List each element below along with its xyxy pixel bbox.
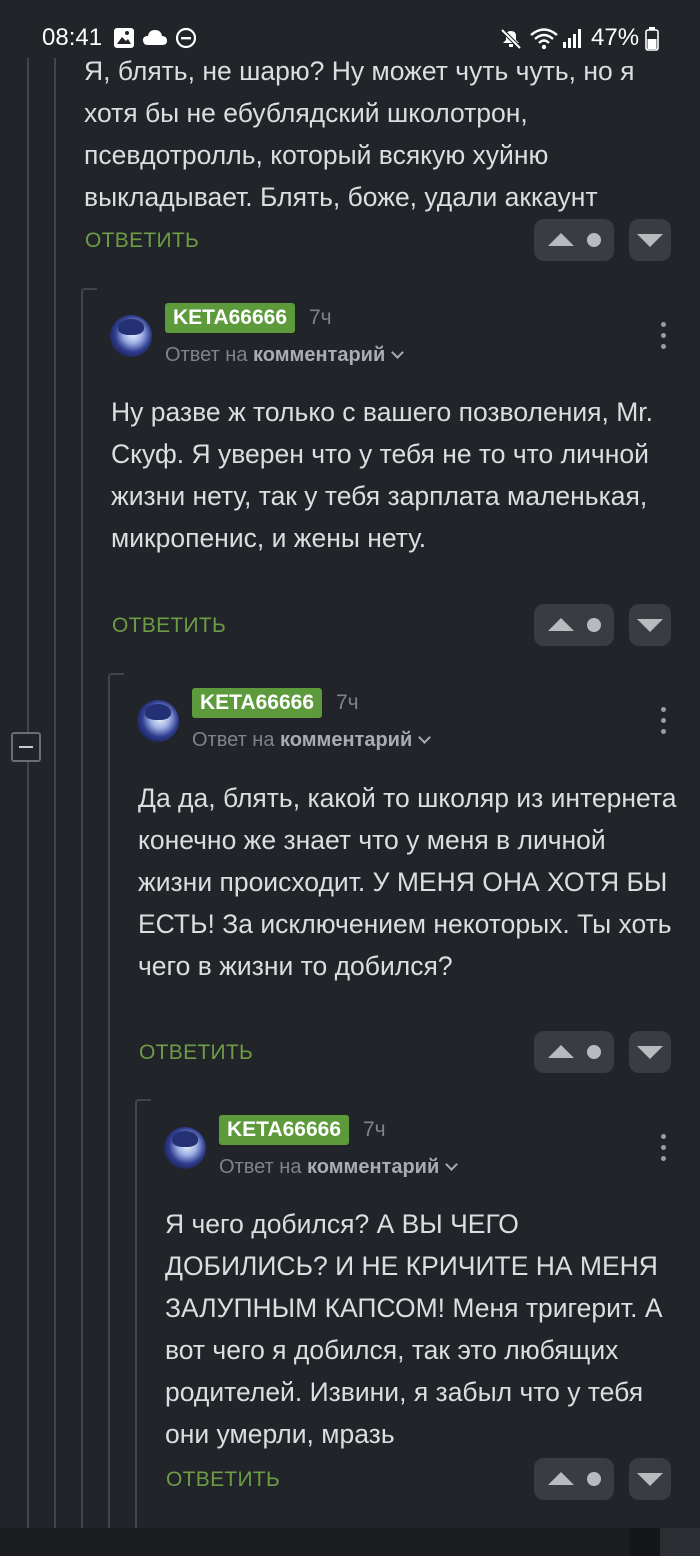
- status-time: 08:41: [42, 24, 103, 51]
- downvote-button[interactable]: [629, 219, 671, 261]
- upvote-button[interactable]: [534, 1458, 614, 1500]
- chevron-down-icon: [391, 346, 405, 359]
- reply-to-target: комментарий: [307, 1156, 440, 1178]
- avatar[interactable]: [164, 1127, 206, 1169]
- reply-to-target: комментарий: [253, 344, 386, 366]
- wifi-icon: [530, 28, 558, 50]
- more-options-icon[interactable]: [661, 1134, 667, 1167]
- arrow-down-icon: [637, 234, 663, 247]
- reply-to-prefix: Ответ на: [219, 1156, 302, 1178]
- dnd-icon: [175, 27, 197, 49]
- bottom-bar: [0, 1528, 700, 1556]
- comment-text: Я, блять, не шарю? Ну может чуть чуть, н…: [84, 56, 635, 212]
- downvote-button[interactable]: [629, 1458, 671, 1500]
- reply-to-link[interactable]: Ответ на комментарий: [165, 344, 405, 367]
- status-bar: 08:41 47%: [0, 0, 700, 58]
- arrow-up-icon: [548, 1045, 574, 1058]
- reply-button[interactable]: ОТВЕТИТЬ: [112, 614, 226, 638]
- arrow-down-icon: [637, 1046, 663, 1059]
- reply-to-target: комментарий: [280, 729, 413, 751]
- comment-text: Ну разве ж только с вашего позволения, M…: [111, 397, 654, 553]
- reply-to-prefix: Ответ на: [192, 729, 275, 751]
- reply-button[interactable]: ОТВЕТИТЬ: [85, 229, 199, 253]
- reply-to-link[interactable]: Ответ на комментарий: [219, 1156, 459, 1179]
- rating-dot-icon: [587, 1472, 601, 1486]
- downvote-button[interactable]: [629, 604, 671, 646]
- reply-button[interactable]: ОТВЕТИТЬ: [139, 1041, 253, 1065]
- author-badge[interactable]: KETA66666: [219, 1115, 350, 1145]
- thread-connector: [108, 673, 124, 1530]
- signal-icon: [563, 29, 581, 48]
- comment-time: 7ч: [336, 691, 359, 714]
- upvote-button[interactable]: [534, 1031, 614, 1073]
- comment-text: Я чего добился? А ВЫ ЧЕГО ДОБИЛИСЬ? И НЕ…: [165, 1209, 663, 1449]
- more-options-icon[interactable]: [661, 707, 667, 740]
- mute-icon: [500, 28, 522, 50]
- thread-line: [27, 58, 29, 1528]
- reply-button[interactable]: ОТВЕТИТЬ: [166, 1468, 280, 1492]
- downvote-button[interactable]: [629, 1031, 671, 1073]
- rating-dot-icon: [587, 1045, 601, 1059]
- bottom-bar-segment: [0, 1528, 630, 1556]
- battery-icon: [645, 27, 659, 51]
- arrow-down-icon: [637, 1473, 663, 1486]
- bottom-bar-segment: [660, 1528, 700, 1556]
- upvote-button[interactable]: [534, 604, 614, 646]
- upvote-button[interactable]: [534, 219, 614, 261]
- avatar[interactable]: [110, 315, 152, 357]
- arrow-up-icon: [548, 618, 574, 631]
- more-options-icon[interactable]: [661, 322, 667, 355]
- image-icon: [114, 28, 134, 48]
- comment-time: 7ч: [363, 1118, 386, 1141]
- battery-percent: 47%: [591, 24, 640, 51]
- chevron-down-icon: [445, 1158, 459, 1171]
- reply-to-link[interactable]: Ответ на комментарий: [192, 729, 432, 752]
- collapse-thread-button[interactable]: [11, 732, 41, 762]
- reply-to-prefix: Ответ на: [165, 344, 248, 366]
- cloud-icon: [143, 30, 167, 45]
- comment-time: 7ч: [309, 306, 332, 329]
- avatar[interactable]: [137, 700, 179, 742]
- chevron-down-icon: [418, 731, 432, 744]
- arrow-up-icon: [548, 233, 574, 246]
- comment-text: Да да, блять, какой то школяр из интерне…: [138, 783, 677, 981]
- thread-connector: [81, 288, 97, 1530]
- author-badge[interactable]: KETA66666: [192, 688, 323, 718]
- arrow-down-icon: [637, 619, 663, 632]
- thread-connector: [135, 1099, 151, 1530]
- thread-line: [54, 58, 56, 1528]
- rating-dot-icon: [587, 233, 601, 247]
- rating-dot-icon: [587, 618, 601, 632]
- arrow-up-icon: [548, 1472, 574, 1485]
- author-badge[interactable]: KETA66666: [165, 303, 296, 333]
